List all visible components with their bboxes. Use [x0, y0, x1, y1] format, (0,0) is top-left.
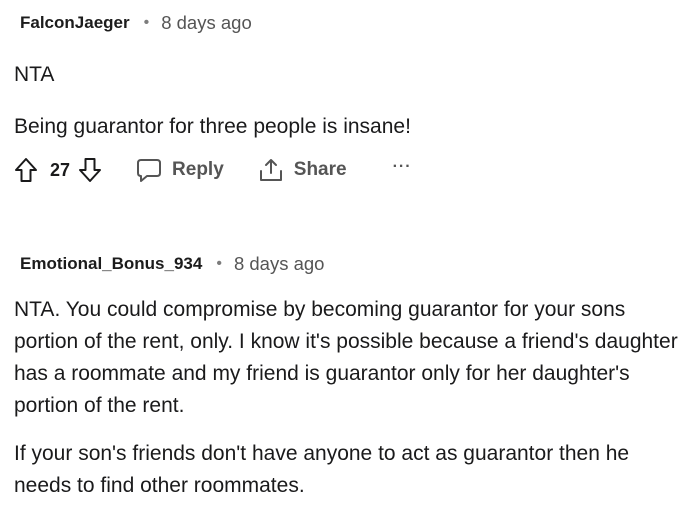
comment-timestamp[interactable]: 8 days ago [161, 12, 252, 34]
comment-actions: 27 Reply Share ··· [14, 155, 690, 185]
meta-separator: • [216, 255, 222, 272]
share-label: Share [293, 159, 347, 180]
comment-body-paragraph: Being guarantor for three people is insa… [14, 115, 411, 138]
downvote-icon[interactable] [78, 157, 102, 183]
reply-icon [136, 158, 172, 182]
comment-falconjaeger: FalconJaeger • 8 days ago NTA Being guar… [14, 10, 690, 185]
comment-meta: FalconJaeger • 8 days ago [20, 10, 690, 36]
comment-meta: Emotional_Bonus_934 • 8 days ago [20, 251, 690, 277]
comment-emotional-bonus-934: Emotional_Bonus_934 • 8 days ago NTA. Yo… [14, 251, 690, 502]
meta-separator: • [143, 14, 150, 31]
reply-label: Reply [172, 159, 224, 180]
comment-author[interactable]: Emotional_Bonus_934 [20, 254, 202, 274]
vote-controls: 27 [14, 157, 102, 183]
share-button[interactable]: Share [258, 157, 347, 183]
comment-body-paragraph: If your son's friends don't have anyone … [14, 442, 630, 497]
more-options-button[interactable]: ··· [393, 159, 412, 178]
comment-body-paragraph: NTA [14, 63, 55, 86]
comment-author[interactable]: FalconJaeger [20, 13, 130, 33]
upvote-icon[interactable] [14, 157, 38, 183]
share-icon [258, 157, 294, 183]
vote-count: 27 [50, 159, 71, 180]
comment-body-paragraph: NTA. You could compromise by becoming gu… [14, 298, 678, 417]
comment-timestamp[interactable]: 8 days ago [234, 253, 325, 275]
reply-button[interactable]: Reply [136, 158, 224, 182]
